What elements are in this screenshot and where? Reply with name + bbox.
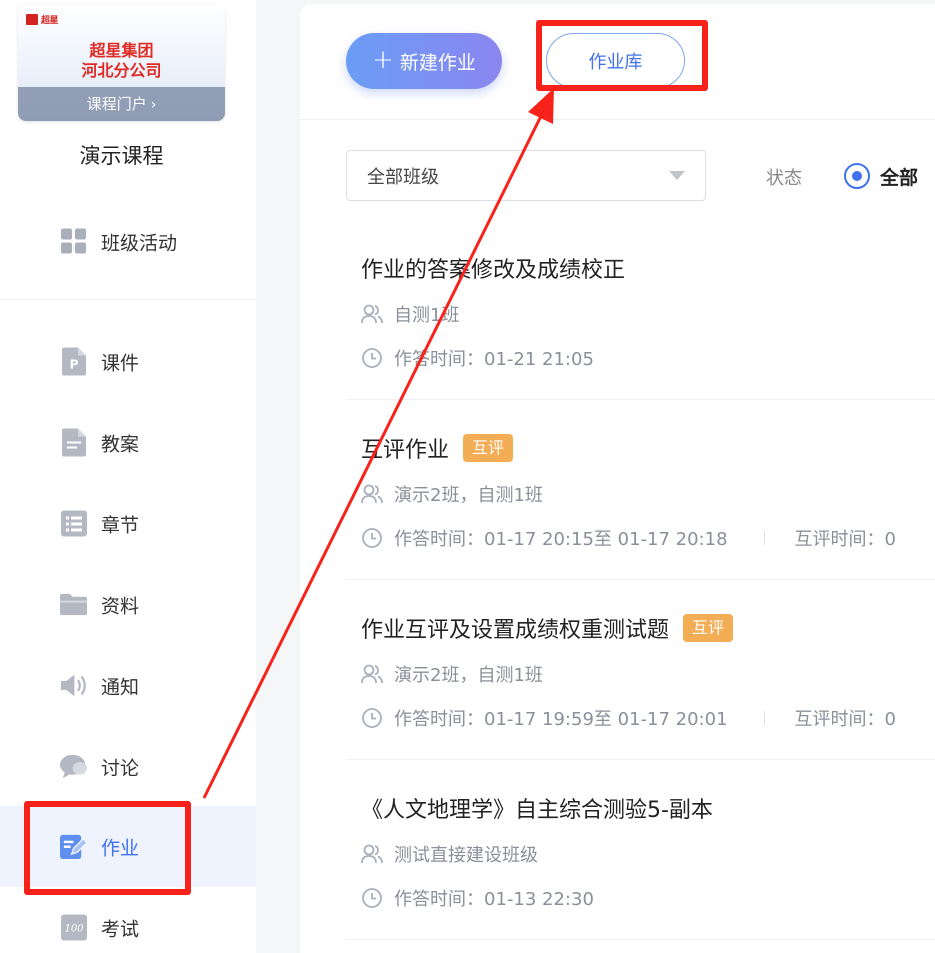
homework-classes-text: 演示2班，自测1班 bbox=[394, 485, 543, 506]
homework-time-text: 作答时间：01-17 20:15至 01-17 20:18 bbox=[394, 529, 728, 550]
separator bbox=[763, 711, 765, 725]
homework-time-text: 作答时间：01-21 21:05 bbox=[394, 349, 594, 370]
clock-icon bbox=[361, 707, 383, 729]
grid-icon bbox=[60, 228, 87, 255]
org-name: 超星集团 河北分公司 bbox=[18, 41, 225, 81]
homework-classes: 演示2班，自测1班 bbox=[361, 661, 543, 687]
folder-icon bbox=[60, 591, 87, 618]
sidebar-item-label: 章节 bbox=[101, 514, 140, 536]
clock-icon bbox=[361, 887, 383, 909]
class-select[interactable]: 全部班级 bbox=[346, 150, 706, 201]
homework-item[interactable]: 作业互评及设置成绩权重测试题 互评 演示2班，自测1班 作答时间：01-17 1… bbox=[346, 580, 935, 760]
edit-icon bbox=[60, 833, 87, 860]
lesson-plan-icon bbox=[60, 428, 87, 457]
sidebar-item-label: 班级活动 bbox=[101, 232, 178, 254]
homework-classes-text: 演示2班，自测1班 bbox=[394, 665, 543, 686]
org-logo: 超星 bbox=[26, 13, 59, 26]
peer-review-badge: 互评 bbox=[463, 434, 514, 462]
sidebar-item-label: 课件 bbox=[101, 352, 140, 374]
chevron-right-icon: › bbox=[150, 97, 157, 113]
homework-list: 作业的答案修改及成绩校正 自测1班 作答时间：01-21 21:05 互评作业 … bbox=[346, 220, 935, 940]
sidebar-item-label: 资料 bbox=[101, 595, 140, 617]
course-portal-label: 课程门户 bbox=[86, 95, 147, 113]
homework-title-text: 作业互评及设置成绩权重测试题 bbox=[361, 618, 670, 643]
status-radio-all[interactable] bbox=[844, 163, 870, 189]
homework-item[interactable]: 互评作业 互评 演示2班，自测1班 作答时间：01-17 20:15至 01-1… bbox=[346, 400, 935, 580]
homework-library-button[interactable]: 作业库 bbox=[546, 33, 685, 88]
sidebar-item-label: 讨论 bbox=[101, 757, 140, 779]
homework-time-text: 作答时间：01-13 22:30 bbox=[394, 889, 594, 910]
homework-title[interactable]: 作业的答案修改及成绩校正 bbox=[361, 252, 625, 284]
users-icon bbox=[361, 843, 383, 865]
status-filter-label: 状态 bbox=[766, 168, 802, 189]
sidebar-item-label: 作业 bbox=[101, 837, 140, 859]
main-panel: + 新建作业 作业库 全部班级 状态 全部 作业的答案修改及成绩校正 自测1班 bbox=[300, 4, 935, 953]
sidebar-divider bbox=[0, 299, 256, 300]
toolbar: + 新建作业 作业库 bbox=[300, 4, 935, 120]
homework-classes-text: 自测1班 bbox=[394, 305, 460, 326]
homework-classes: 自测1班 bbox=[361, 301, 459, 327]
homework-classes: 演示2班，自测1班 bbox=[361, 481, 543, 507]
plus-icon: + bbox=[372, 45, 394, 75]
chat-bubble-icon bbox=[60, 753, 87, 780]
logo-mark-icon bbox=[26, 14, 38, 25]
score-100-icon: 100 bbox=[60, 914, 87, 941]
sidebar-item-notice[interactable]: 通知 bbox=[0, 645, 256, 726]
clock-icon bbox=[361, 527, 383, 549]
homework-title[interactable]: 《人文地理学》自主综合测验5-副本 bbox=[361, 792, 713, 824]
homework-time: 作答时间：01-13 22:30 bbox=[361, 885, 594, 911]
list-icon bbox=[60, 510, 87, 537]
new-homework-button[interactable]: + 新建作业 bbox=[346, 33, 502, 89]
course-portal-link[interactable]: 课程门户 › bbox=[18, 87, 225, 121]
svg-text:P: P bbox=[69, 358, 78, 372]
clock-icon bbox=[361, 347, 383, 369]
homework-title-text: 《人文地理学》自主综合测验5-副本 bbox=[361, 798, 713, 823]
sidebar-item-exam[interactable]: 100 考试 bbox=[0, 887, 256, 953]
homework-title-text: 作业的答案修改及成绩校正 bbox=[361, 258, 626, 283]
homework-classes-text: 测试直接建设班级 bbox=[394, 845, 538, 866]
sidebar-item-courseware[interactable]: P 课件 bbox=[0, 321, 256, 402]
homework-item[interactable]: 作业的答案修改及成绩校正 自测1班 作答时间：01-21 21:05 bbox=[346, 220, 935, 400]
sidebar-item-chapters[interactable]: 章节 bbox=[0, 483, 256, 564]
sidebar-item-homework[interactable]: 作业 bbox=[0, 806, 256, 887]
new-homework-label: 新建作业 bbox=[399, 51, 476, 74]
caret-down-icon bbox=[669, 171, 685, 180]
sidebar-item-materials[interactable]: 资料 bbox=[0, 564, 256, 645]
sidebar: 超星 超星集团 河北分公司 课程门户 › 演示课程 班级活动 P 课件 教案 章… bbox=[0, 0, 256, 953]
logo-text: 超星 bbox=[41, 16, 59, 26]
users-icon bbox=[361, 663, 383, 685]
course-card[interactable]: 超星 超星集团 河北分公司 课程门户 › bbox=[18, 5, 225, 121]
peer-review-time-text: 互评时间：0 bbox=[794, 709, 896, 730]
homework-item[interactable]: 《人文地理学》自主综合测验5-副本 测试直接建设班级 作答时间：01-13 22… bbox=[346, 760, 935, 940]
homework-classes: 测试直接建设班级 bbox=[361, 841, 538, 867]
sidebar-item-label: 考试 bbox=[101, 918, 140, 940]
homework-title[interactable]: 互评作业 互评 bbox=[361, 432, 514, 464]
ppt-file-icon: P bbox=[60, 347, 87, 376]
homework-title[interactable]: 作业互评及设置成绩权重测试题 互评 bbox=[361, 612, 734, 644]
speaker-icon bbox=[60, 672, 87, 699]
sidebar-item-label: 教案 bbox=[101, 433, 140, 455]
homework-time: 作答时间：01-17 19:59至 01-17 20:01 互评时间：0 bbox=[361, 705, 896, 731]
sidebar-item-discussion[interactable]: 讨论 bbox=[0, 726, 256, 807]
sidebar-item-lesson-plan[interactable]: 教案 bbox=[0, 402, 256, 483]
homework-title-text: 互评作业 bbox=[361, 438, 450, 463]
separator bbox=[763, 531, 765, 545]
peer-review-badge: 互评 bbox=[683, 614, 734, 642]
class-select-value: 全部班级 bbox=[367, 166, 439, 188]
filter-row: 全部班级 状态 全部 bbox=[300, 150, 935, 202]
homework-time: 作答时间：01-21 21:05 bbox=[361, 345, 594, 371]
users-icon bbox=[361, 303, 383, 325]
homework-time-text: 作答时间：01-17 19:59至 01-17 20:01 bbox=[394, 709, 728, 730]
svg-text:100: 100 bbox=[64, 924, 84, 935]
sidebar-item-class-activity[interactable]: 班级活动 bbox=[0, 201, 256, 282]
sidebar-item-label: 通知 bbox=[101, 676, 140, 698]
status-radio-all-label[interactable]: 全部 bbox=[880, 163, 918, 190]
org-name-line2: 河北分公司 bbox=[81, 61, 162, 80]
peer-review-time-text: 互评时间：0 bbox=[794, 529, 896, 550]
course-title: 演示课程 bbox=[79, 144, 164, 168]
org-name-line1: 超星集团 bbox=[89, 41, 154, 60]
users-icon bbox=[361, 483, 383, 505]
homework-time: 作答时间：01-17 20:15至 01-17 20:18 互评时间：0 bbox=[361, 525, 896, 551]
